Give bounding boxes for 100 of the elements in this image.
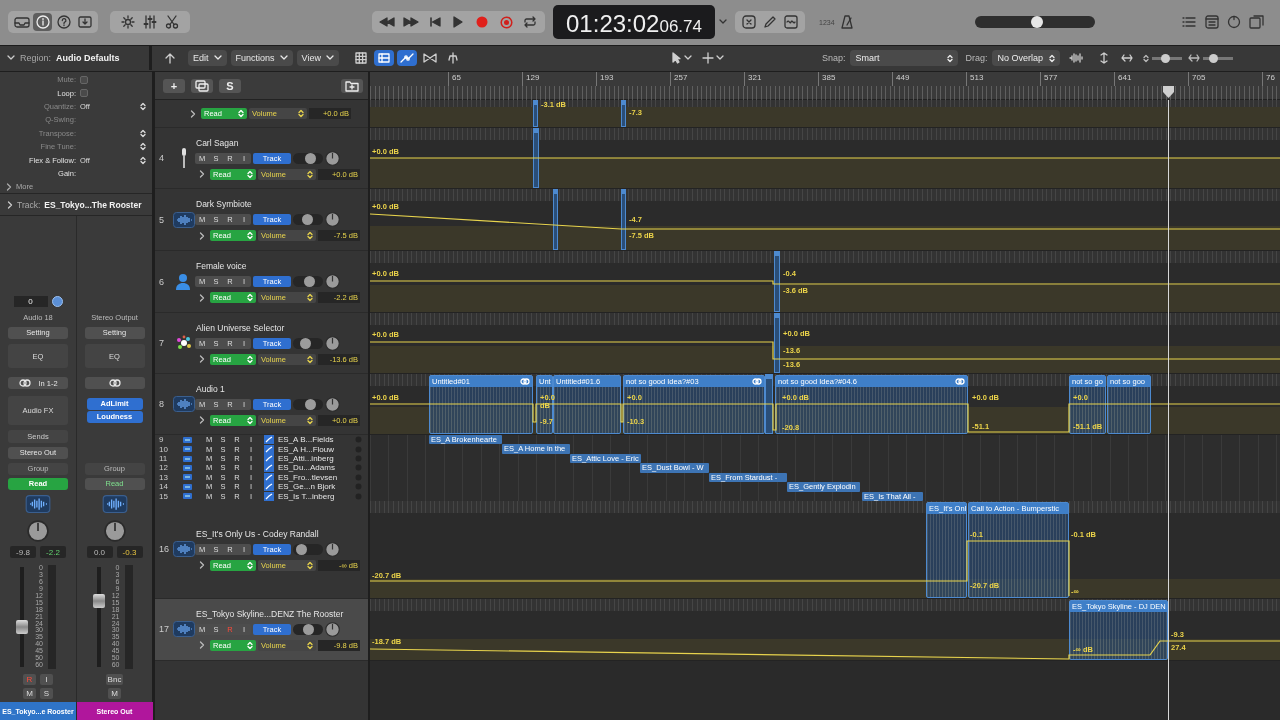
global-solo-button[interactable]: S (219, 78, 241, 93)
help-button[interactable] (54, 13, 73, 31)
pencil-icon (763, 15, 777, 29)
automation-line[interactable] (370, 280, 1280, 285)
pan-knob[interactable] (103, 520, 126, 543)
record-icon (476, 16, 489, 28)
automation-line[interactable] (370, 341, 1280, 360)
audio-region[interactable] (621, 189, 626, 250)
knob-icon[interactable] (51, 296, 63, 308)
audio-region[interactable] (774, 313, 780, 373)
pan-knob[interactable] (325, 621, 340, 637)
track-name: Dark Symbiote (195, 199, 253, 209)
table-icon (377, 53, 390, 63)
track-number: 6 (158, 276, 165, 287)
slider-thumb[interactable] (304, 398, 316, 410)
bounce-button[interactable]: Bnc (105, 673, 124, 685)
volume-slider[interactable] (293, 276, 323, 287)
chevron-down-icon (715, 55, 724, 61)
waveform-icon (173, 621, 195, 638)
chevron-down-icon (7, 55, 15, 61)
audio-region[interactable] (774, 251, 780, 312)
chevron-down-icon (683, 55, 692, 61)
menu-button[interactable]: Functions (230, 50, 293, 66)
download-button[interactable] (75, 13, 94, 31)
track-name: ES_Is T...inberg (278, 491, 335, 501)
mute-button[interactable]: M (108, 687, 121, 699)
track-number: 15 (158, 491, 169, 501)
record-ring-icon (499, 15, 513, 29)
slider-thumb[interactable] (295, 543, 307, 555)
mute-button[interactable]: M (23, 687, 36, 699)
pan-knob[interactable] (325, 212, 340, 227)
slider-thumb[interactable] (301, 214, 313, 225)
chevron-down-icon (719, 19, 727, 25)
slider-thumb[interactable] (1208, 53, 1218, 63)
chevron-right-icon (198, 641, 205, 650)
volume-slider[interactable] (293, 214, 323, 225)
new-folder-button[interactable] (341, 78, 363, 93)
fader-cap[interactable] (92, 593, 105, 608)
slider-thumb[interactable] (1030, 16, 1043, 28)
ruler-bar-number: 129 (522, 72, 596, 86)
cycle-icon (523, 16, 537, 28)
ruler-bar-number: 257 (670, 72, 744, 86)
track-number: 14 (158, 482, 169, 492)
chevron-right-icon (198, 416, 205, 424)
stepper-icon (247, 169, 253, 179)
x-box-button[interactable] (739, 13, 759, 31)
input-value[interactable]: 0 (13, 296, 48, 308)
curve-icon (264, 463, 274, 473)
pan-knob[interactable] (27, 520, 49, 543)
slider-thumb[interactable] (299, 337, 311, 349)
slider-thumb[interactable] (304, 152, 316, 164)
volume-slider[interactable] (293, 152, 323, 164)
chevron-right-icon (198, 355, 205, 363)
checkbox[interactable] (80, 89, 88, 98)
slider-thumb[interactable] (302, 623, 314, 635)
automation-line[interactable] (370, 540, 1070, 597)
stepper-icon (247, 293, 253, 302)
audio-region[interactable] (533, 128, 539, 188)
input-monitor-button[interactable]: I (40, 673, 53, 685)
curve-icon (264, 482, 274, 492)
volume-slider[interactable] (293, 398, 323, 410)
peak-readout: -0.3 (116, 546, 143, 559)
volume-slider[interactable] (293, 543, 323, 555)
slider-thumb[interactable] (304, 276, 316, 287)
pan-knob[interactable] (325, 274, 340, 289)
pan-knob[interactable] (325, 541, 340, 557)
automation-line[interactable] (370, 213, 1280, 230)
volume-readout: 0.0 (86, 546, 113, 559)
playhead-marker[interactable] (1163, 86, 1174, 98)
volume-slider[interactable] (293, 623, 323, 635)
info-button[interactable] (33, 13, 52, 31)
documents-icon (1249, 15, 1266, 29)
fader-cap[interactable] (16, 619, 28, 634)
menu-button[interactable]: View (296, 50, 339, 66)
pan-knob[interactable] (325, 150, 340, 166)
table-button[interactable] (373, 50, 394, 66)
track-type-icon (183, 474, 192, 481)
audio-region[interactable] (553, 189, 558, 250)
slider-thumb[interactable] (1160, 53, 1170, 63)
pointer-icon (671, 52, 682, 64)
curve-button[interactable] (396, 50, 417, 66)
pan-knob[interactable] (325, 335, 340, 351)
master-volume-slider[interactable] (974, 16, 1095, 28)
add-track-button[interactable]: + (163, 78, 185, 93)
pan-knob[interactable] (325, 396, 340, 412)
drag-popup[interactable]: No Overlap (992, 50, 1061, 66)
snap-popup[interactable]: Smart (850, 50, 959, 66)
stepper-icon (247, 415, 253, 425)
curve-icon (264, 491, 274, 501)
wave-box-button[interactable] (781, 13, 801, 31)
duplicate-track-button[interactable] (191, 78, 213, 93)
volume-slider[interactable] (293, 337, 323, 349)
link-button[interactable] (84, 377, 145, 390)
inspector-section-value: Audio Defaults (56, 53, 120, 63)
menu-button[interactable]: Edit (188, 50, 227, 66)
track-number: 16 (158, 544, 170, 555)
solo-button[interactable]: S (40, 687, 53, 699)
audio-region[interactable] (765, 374, 773, 434)
link-icon (107, 379, 122, 388)
curve-icon (399, 52, 414, 64)
